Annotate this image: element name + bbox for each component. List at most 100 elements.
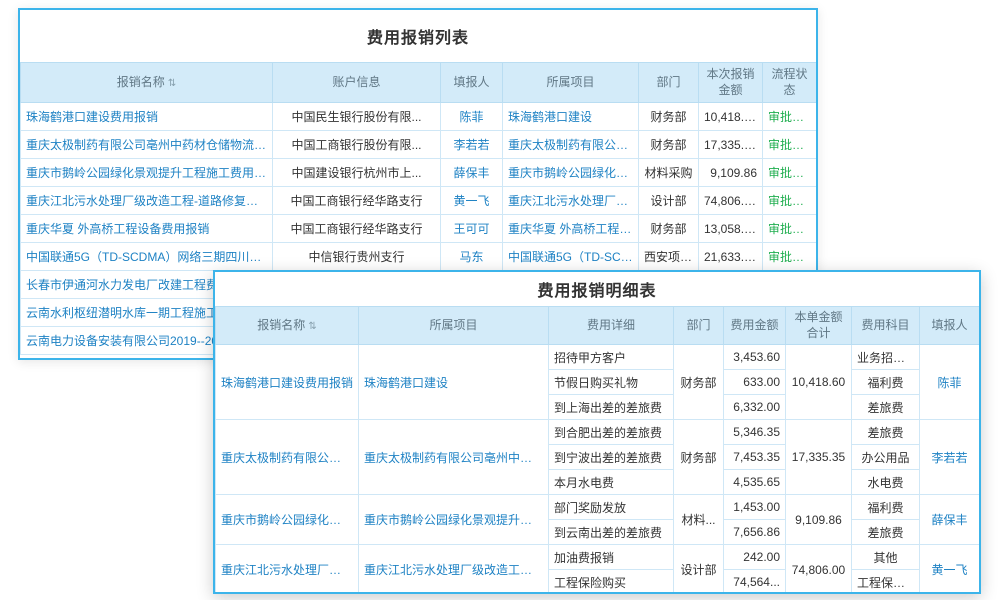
cell-reimbursement-name[interactable]: 重庆太极制药有限公司亳州中药... — [216, 420, 359, 495]
cell-expense-detail: 工程保险购买 — [549, 570, 674, 594]
cell-amount: 10,418.60 — [699, 103, 763, 131]
cell-expense-detail: 到云南出差的差旅费 — [549, 520, 674, 545]
cell-project[interactable]: 重庆华夏 外高桥工程设备 — [503, 215, 639, 243]
expense-detail-header-row: 报销名称⇅ 所属项目 费用详细 部门 费用金额 本单金额合计 费用科目 填报人 — [216, 307, 980, 345]
cell-reimbursement-name[interactable]: 重庆江北污水处理厂级改造工程-道路修复工程费... — [21, 187, 273, 215]
list-row: 重庆太极制药有限公司亳州中药材仓储物流基地项... 中国工商银行股份有限... … — [21, 131, 817, 159]
cell-flow-status: 审批通过 — [763, 187, 817, 215]
cell-filler[interactable]: 薛保丰 — [920, 495, 980, 545]
cell-expense-category: 福利费 — [852, 370, 920, 395]
cell-department: 西安项目部 — [639, 243, 699, 271]
cell-account: 中国工商银行经华路支行 — [273, 187, 441, 215]
cell-reimbursement-name[interactable]: 重庆市鹅岭公园绿化景观提升工程施工费用报销 — [21, 159, 273, 187]
cell-expense-amount: 7,656.86 — [724, 520, 786, 545]
cell-reimbursement-name[interactable]: 珠海鹤港口建设费用报销 — [216, 345, 359, 420]
cell-reimbursement-name[interactable]: 重庆太极制药有限公司亳州中药材仓储物流基地项... — [21, 131, 273, 159]
cell-reimbursement-name[interactable]: 中国联通5G（TD-SCDMA）网络三期四川工程费... — [21, 243, 273, 271]
cell-project[interactable]: 重庆市鹅岭公园绿化景观提升工程施工 — [359, 495, 549, 545]
cell-account: 中国建设银行杭州市上... — [273, 159, 441, 187]
cell-reimbursement-name[interactable]: 重庆华夏 外高桥工程设备费用报销 — [21, 215, 273, 243]
cell-expense-detail: 节假日购买礼物 — [549, 370, 674, 395]
cell-expense-amount: 6,332.00 — [724, 395, 786, 420]
list-row: 中国联通5G（TD-SCDMA）网络三期四川工程费... 中信银行贵州支行 马东… — [21, 243, 817, 271]
page: 费用报销列表 报销名称⇅ 账户信息 填报人 所属项目 部门 本次报销金额 流程状… — [0, 0, 1000, 600]
list-row: 重庆江北污水处理厂级改造工程-道路修复工程费... 中国工商银行经华路支行 黄一… — [21, 187, 817, 215]
cell-expense-amount: 242.00 — [724, 545, 786, 570]
cell-project[interactable]: 珠海鹤港口建设 — [503, 103, 639, 131]
list-row: 重庆市鹅岭公园绿化景观提升工程施工费用报销 中国建设银行杭州市上... 薛保丰 … — [21, 159, 817, 187]
cell-expense-category: 差旅费 — [852, 395, 920, 420]
cell-project[interactable]: 重庆市鹅岭公园绿化景观提升... — [503, 159, 639, 187]
cell-filler[interactable]: 王可可 — [441, 215, 503, 243]
cell-filler[interactable]: 陈菲 — [441, 103, 503, 131]
expense-list-title: 费用报销列表 — [20, 10, 816, 62]
cell-reimbursement-name[interactable]: 重庆江北污水处理厂级改造工程-... — [216, 545, 359, 594]
cell-filler[interactable]: 薛保丰 — [441, 159, 503, 187]
cell-amount: 74,806.00 — [699, 187, 763, 215]
header-reimbursement-name-label: 报销名称 — [117, 75, 165, 89]
cell-total-amount: 17,335.35 — [786, 420, 852, 495]
header-project: 所属项目 — [503, 63, 639, 103]
cell-account: 中国民生银行股份有限... — [273, 103, 441, 131]
detail-row: 重庆江北污水处理厂级改造工程-... 重庆江北污水处理厂级改造工程-道路修复工.… — [216, 545, 980, 570]
cell-expense-detail: 到宁波出差的差旅费 — [549, 445, 674, 470]
header-department: 部门 — [674, 307, 724, 345]
cell-department: 财务部 — [639, 215, 699, 243]
cell-department: 设计部 — [639, 187, 699, 215]
cell-department: 材料采购 — [639, 159, 699, 187]
cell-total-amount: 10,418.60 — [786, 345, 852, 420]
expense-detail-table: 报销名称⇅ 所属项目 费用详细 部门 费用金额 本单金额合计 费用科目 填报人 … — [215, 306, 980, 594]
cell-expense-detail: 招待甲方客户 — [549, 345, 674, 370]
cell-expense-category: 差旅费 — [852, 420, 920, 445]
cell-expense-detail: 到上海出差的差旅费 — [549, 395, 674, 420]
cell-reimbursement-name[interactable]: 珠海鹤港口建设费用报销 — [21, 103, 273, 131]
cell-expense-category: 工程保险费 — [852, 570, 920, 594]
cell-expense-amount: 633.00 — [724, 370, 786, 395]
cell-project[interactable]: 重庆太极制药有限公司亳州中... — [503, 131, 639, 159]
cell-account: 中国工商银行经华路支行 — [273, 215, 441, 243]
cell-filler[interactable]: 陈菲 — [920, 345, 980, 420]
cell-project[interactable]: 重庆江北污水处理厂级改造工... — [503, 187, 639, 215]
sort-icon[interactable]: ⇅ — [308, 321, 316, 332]
cell-project[interactable]: 珠海鹤港口建设 — [359, 345, 549, 420]
cell-amount: 9,109.86 — [699, 159, 763, 187]
cell-reimbursement-name[interactable]: 重庆市鹅岭公园绿化景观提升工... — [216, 495, 359, 545]
detail-row: 重庆太极制药有限公司亳州中药... 重庆太极制药有限公司亳州中药材仓储物流...… — [216, 420, 980, 445]
header-filler: 填报人 — [441, 63, 503, 103]
cell-filler[interactable]: 马东 — [441, 243, 503, 271]
detail-row: 重庆市鹅岭公园绿化景观提升工... 重庆市鹅岭公园绿化景观提升工程施工 部门奖励… — [216, 495, 980, 520]
header-filler: 填报人 — [920, 307, 980, 345]
cell-expense-detail: 本月水电费 — [549, 470, 674, 495]
cell-expense-detail: 加油费报销 — [549, 545, 674, 570]
cell-filler[interactable]: 黄一飞 — [920, 545, 980, 594]
cell-filler[interactable]: 黄一飞 — [441, 187, 503, 215]
list-row: 珠海鹤港口建设费用报销 中国民生银行股份有限... 陈菲 珠海鹤港口建设 财务部… — [21, 103, 817, 131]
cell-department: 财务部 — [639, 131, 699, 159]
header-expense-amount: 费用金额 — [724, 307, 786, 345]
header-department: 部门 — [639, 63, 699, 103]
cell-account: 中国工商银行股份有限... — [273, 131, 441, 159]
cell-filler[interactable]: 李若若 — [441, 131, 503, 159]
header-total-amount: 本单金额合计 — [786, 307, 852, 345]
cell-department: 财务部 — [674, 420, 724, 495]
cell-filler[interactable]: 李若若 — [920, 420, 980, 495]
cell-project[interactable]: 中国联通5G（TD-SCDMA）网... — [503, 243, 639, 271]
cell-project[interactable]: 重庆江北污水处理厂级改造工程-道路修复工... — [359, 545, 549, 594]
cell-expense-amount: 4,535.65 — [724, 470, 786, 495]
cell-expense-category: 福利费 — [852, 495, 920, 520]
cell-expense-detail: 部门奖励发放 — [549, 495, 674, 520]
cell-department: 设计部 — [674, 545, 724, 594]
cell-flow-status: 审批通过 — [763, 243, 817, 271]
header-reimbursement-name[interactable]: 报销名称⇅ — [21, 63, 273, 103]
cell-expense-amount: 5,346.35 — [724, 420, 786, 445]
cell-account: 中信银行贵州支行 — [273, 243, 441, 271]
header-reimbursement-name-label: 报销名称 — [257, 318, 305, 332]
header-reimbursement-name[interactable]: 报销名称⇅ — [216, 307, 359, 345]
header-flow-status: 流程状态 — [763, 63, 817, 103]
cell-department: 财务部 — [639, 103, 699, 131]
sort-icon[interactable]: ⇅ — [168, 78, 176, 89]
cell-expense-amount: 7,453.35 — [724, 445, 786, 470]
cell-project[interactable]: 重庆太极制药有限公司亳州中药材仓储物流... — [359, 420, 549, 495]
cell-expense-amount: 1,453.00 — [724, 495, 786, 520]
cell-expense-category: 差旅费 — [852, 520, 920, 545]
